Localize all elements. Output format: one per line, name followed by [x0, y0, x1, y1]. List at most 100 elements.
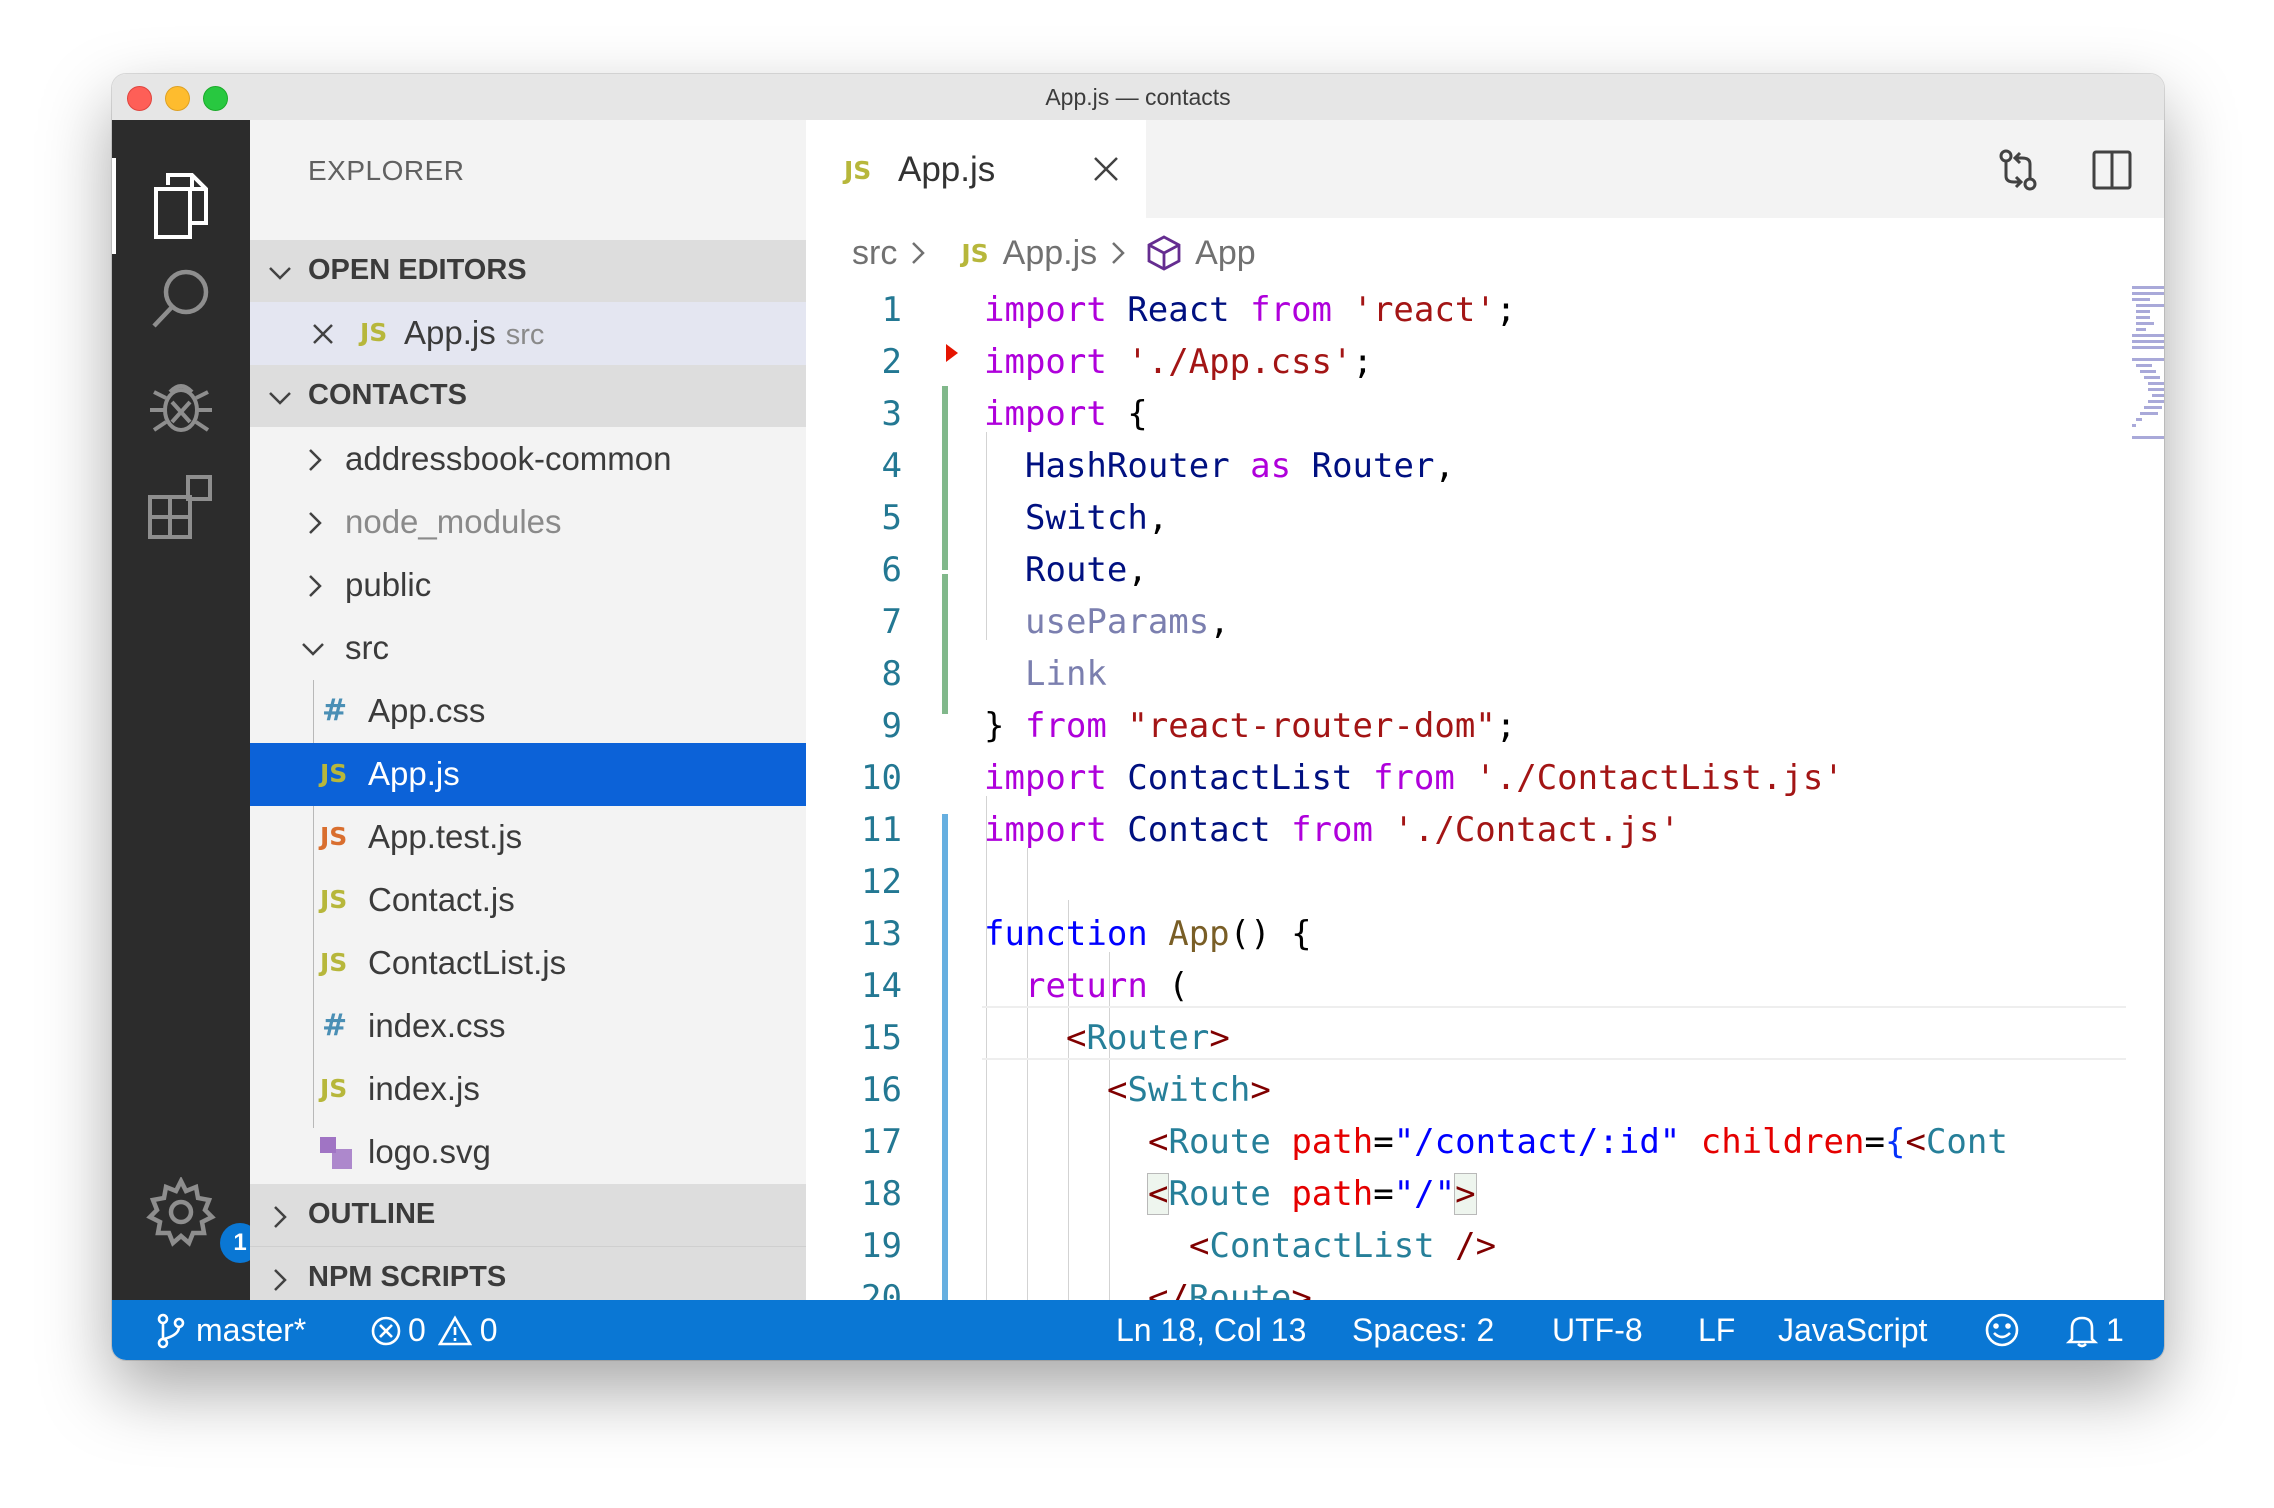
chevron-right-icon	[1112, 242, 1125, 264]
folder-name: node_modules	[345, 503, 562, 540]
explorer-title: EXPLORER	[308, 155, 465, 186]
code-line-5: 5 Switch,	[881, 498, 1169, 538]
outline-header[interactable]: OUTLINE	[250, 1184, 806, 1246]
code-line-3: 3 import {	[881, 394, 1148, 434]
tree-folder-node-modules[interactable]: node_modules	[250, 491, 806, 554]
code-line-20: 20 </Route>	[861, 1278, 1312, 1300]
activity-bar: 1	[112, 120, 260, 1300]
notification-count: 1	[2106, 1312, 2124, 1348]
tree-folder-public[interactable]: public	[250, 554, 806, 617]
debug-icon[interactable]	[144, 368, 218, 442]
open-editor-name: App.js	[404, 314, 496, 351]
close-icon[interactable]	[312, 323, 334, 345]
breadcrumb-symbol[interactable]: App	[1195, 234, 1256, 273]
bell-icon	[2066, 1316, 2098, 1347]
js-file-icon: JS	[320, 885, 348, 914]
compare-changes-icon[interactable]	[1996, 148, 2040, 192]
cursor-position[interactable]: Ln 18, Col 13	[1116, 1312, 1306, 1349]
close-icon[interactable]	[1089, 152, 1123, 186]
notifications-status[interactable]: 1	[2066, 1312, 2124, 1349]
tab-label: App.js	[898, 150, 996, 189]
tree-file-index-css[interactable]: # index.css	[250, 995, 806, 1058]
problems-status[interactable]: 0 0	[370, 1312, 498, 1349]
tree-file-logo-svg[interactable]: logo.svg	[250, 1121, 806, 1184]
code-line-4: 4 HashRouter as Router,	[881, 446, 1455, 486]
search-icon[interactable]	[144, 262, 218, 336]
code-line-11: 11 import Contact from './Contact.js'	[861, 810, 1680, 850]
branch-status[interactable]: master*	[156, 1312, 306, 1349]
tree-file-index-js[interactable]: JS index.js	[250, 1058, 806, 1121]
js-file-icon: JS	[320, 1074, 348, 1103]
tab-bar: JS App.js	[806, 120, 2164, 218]
file-name: index.js	[368, 1070, 480, 1107]
split-editor-icon[interactable]	[2090, 148, 2134, 192]
tree-file-contact-js[interactable]: JS Contact.js	[250, 869, 806, 932]
tab-app-js[interactable]: JS App.js	[806, 120, 1146, 218]
code-line-2: 2 import './App.css';	[881, 342, 1373, 382]
code-line-6: 6 Route,	[881, 550, 1148, 590]
git-branch-icon	[157, 1313, 185, 1348]
code-line-16: 16 <Switch>	[861, 1070, 1271, 1110]
eol-status[interactable]: LF	[1698, 1312, 1735, 1349]
code-line-17: 17 <Route path="/contact/:id" children={…	[861, 1122, 2008, 1162]
manage-gear-icon[interactable]: 1	[144, 1175, 260, 1263]
breadcrumb: src JS App.js App	[852, 230, 1256, 276]
open-editor-folder: src	[505, 319, 545, 351]
chevron-right-icon	[274, 1269, 287, 1291]
editor-area: JS App.js src JS App.js App 1 import Rea…	[806, 120, 2164, 1300]
chevron-right-icon	[309, 512, 322, 534]
tree-file-contactlist-js[interactable]: JS ContactList.js	[250, 932, 806, 995]
folder-name: public	[345, 566, 432, 603]
window-title: App.js — contacts	[1045, 84, 1231, 110]
folder-name: src	[345, 629, 389, 666]
open-editors-label: OPEN EDITORS	[308, 254, 527, 286]
code-line-12: 12	[861, 862, 902, 902]
warning-icon	[437, 1314, 472, 1345]
code-line-7: 7 useParams,	[881, 602, 1230, 642]
open-editors-header[interactable]: OPEN EDITORS	[250, 240, 806, 302]
code-editor[interactable]: 1 import React from 'react'; 2 import '.…	[806, 284, 2126, 1300]
contacts-folder-header[interactable]: CONTACTS	[250, 365, 806, 427]
code-line-10: 10 import ContactList from './ContactLis…	[861, 758, 1844, 798]
chevron-right-icon	[274, 1206, 287, 1228]
code-line-13: 13 function App() {	[861, 914, 1312, 954]
breadcrumb-folder[interactable]: src	[852, 234, 897, 273]
contacts-label: CONTACTS	[308, 379, 467, 411]
tree-file-app-css[interactable]: # App.css	[250, 680, 806, 743]
code-line-8: 8 Link	[881, 654, 1107, 694]
tree-folder-addressbook-common[interactable]: addressbook-common	[250, 428, 806, 491]
css-file-icon: #	[322, 693, 348, 728]
error-count: 0	[408, 1312, 426, 1348]
files-icon[interactable]	[144, 169, 218, 243]
extensions-icon[interactable]	[144, 469, 218, 543]
chevron-right-icon	[309, 449, 322, 471]
breadcrumb-file[interactable]: App.js	[1003, 234, 1098, 273]
minimap[interactable]	[2132, 284, 2164, 484]
symbol-class-icon	[1147, 235, 1181, 271]
npm-scripts-header[interactable]: NPM SCRIPTS	[250, 1246, 806, 1301]
open-editor-item[interactable]: JS App.js src	[250, 302, 806, 365]
error-icon	[371, 1316, 401, 1345]
npm-scripts-label: NPM SCRIPTS	[308, 1261, 507, 1293]
indentation-status[interactable]: Spaces: 2	[1352, 1312, 1494, 1349]
file-name: Contact.js	[368, 881, 515, 918]
branch-name: master*	[196, 1312, 307, 1348]
tree-file-app-js[interactable]: JS App.js	[250, 743, 806, 806]
file-name: index.css	[368, 1007, 506, 1044]
code-line-1: 1 import React from 'react';	[881, 290, 1517, 330]
folder-name: addressbook-common	[345, 440, 672, 477]
js-file-icon: JS	[961, 238, 989, 268]
file-name: App.test.js	[368, 818, 523, 855]
js-file-icon: JS	[320, 948, 348, 977]
code-line-9: 9 } from "react-router-dom";	[881, 706, 1517, 746]
explorer-sidebar: EXPLORER OPEN EDITORS JS App.js src CONTA…	[250, 120, 806, 1301]
warning-count: 0	[479, 1312, 498, 1348]
encoding-status[interactable]: UTF-8	[1552, 1312, 1643, 1349]
svg-file-icon	[320, 1137, 352, 1169]
tree-file-app-test-js[interactable]: JS App.test.js	[250, 806, 806, 869]
tree-folder-src[interactable]: src	[250, 617, 806, 680]
language-mode[interactable]: JavaScript	[1778, 1312, 1927, 1349]
js-file-icon: JS	[360, 318, 388, 347]
vscode-window: App.js — contacts 1 EXPLORER OPEN EDITOR…	[112, 74, 2164, 1360]
feedback-smiley-icon[interactable]	[1984, 1312, 2020, 1348]
